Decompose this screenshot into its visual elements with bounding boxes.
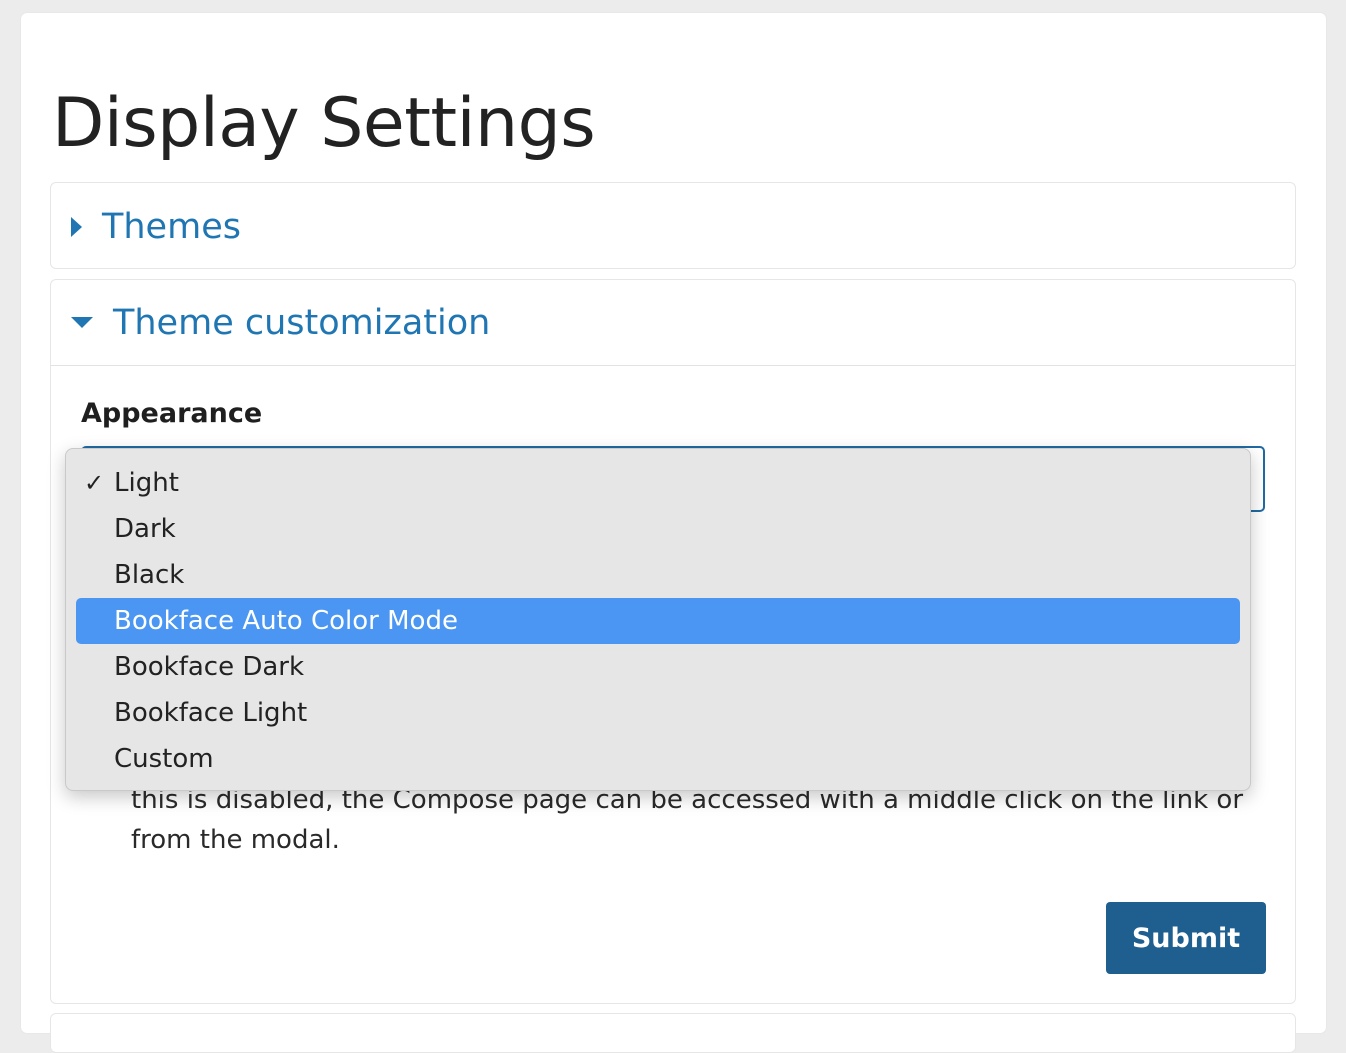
option-label: Custom [114,744,214,774]
appearance-dropdown-menu: ✓ Light Dark Black Bookface Auto Color M… [65,448,1251,791]
dropdown-option-custom[interactable]: Custom [76,736,1240,782]
option-label: Black [114,560,185,590]
caret-right-icon [71,216,82,237]
themes-panel: Themes [50,182,1296,269]
dropdown-option-bookface-light[interactable]: Bookface Light [76,690,1240,736]
option-label: Bookface Light [114,698,308,728]
caret-down-icon [71,317,93,328]
submit-button[interactable]: Submit [1106,902,1266,974]
theme-customization-panel-title: Theme customization [113,302,491,343]
themes-panel-title: Themes [102,206,241,247]
dropdown-option-light[interactable]: ✓ Light [76,460,1240,506]
compose-description-text: this is disabled, the Compose page can b… [131,785,1244,855]
dropdown-option-dark[interactable]: Dark [76,506,1240,552]
dropdown-option-black[interactable]: Black [76,552,1240,598]
option-label: Light [114,468,179,498]
themes-panel-header[interactable]: Themes [51,183,1295,270]
dropdown-option-bookface-dark[interactable]: Bookface Dark [76,644,1240,690]
appearance-label: Appearance [81,398,263,429]
option-label: Bookface Auto Color Mode [114,606,458,636]
dropdown-option-bookface-auto-color-mode[interactable]: Bookface Auto Color Mode [76,598,1240,644]
option-label: Dark [114,514,176,544]
option-label: Bookface Dark [114,652,305,682]
next-panel [50,1013,1296,1053]
page-title: Display Settings [52,84,596,163]
checkmark-icon: ✓ [84,469,105,497]
theme-customization-panel-header[interactable]: Theme customization [51,280,1295,366]
